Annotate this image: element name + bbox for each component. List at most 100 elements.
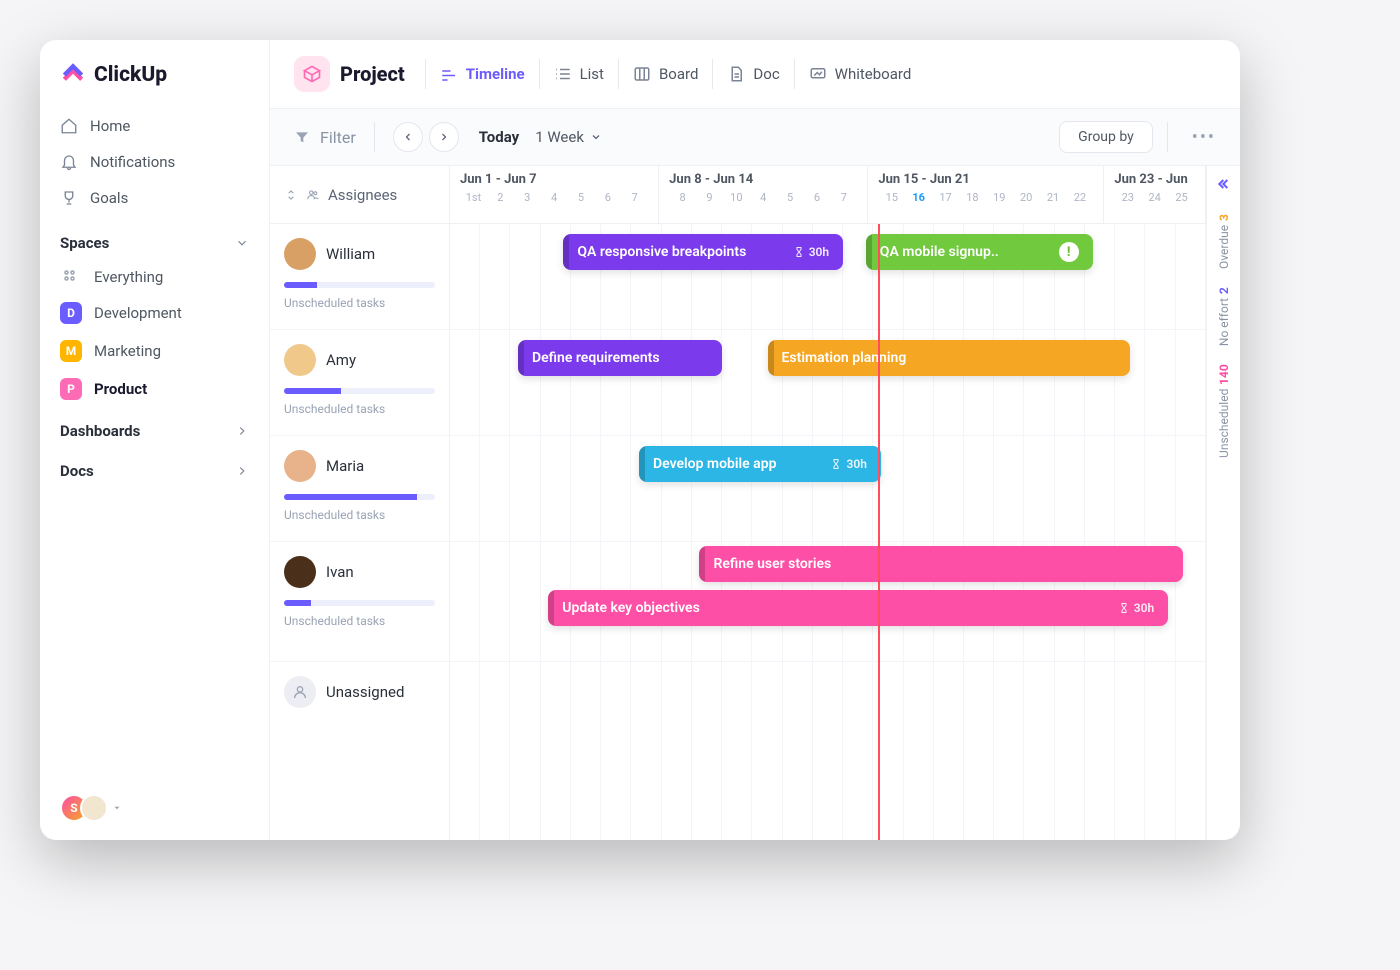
unscheduled-count: 140 [1217,364,1231,385]
assignee-row[interactable]: Ivan Unscheduled tasks [270,542,449,662]
day-cell: 1st [460,191,487,204]
assignee-name: William [326,245,375,263]
chevron-down-icon [235,236,249,250]
day-cell: 6 [804,191,831,204]
workload-bar [284,600,435,606]
docs-header[interactable]: Docs [40,448,269,488]
sidebar-footer: S [40,776,269,840]
nav-home-label: Home [90,117,130,135]
unscheduled-link[interactable]: Unscheduled tasks [284,508,435,522]
task-bar[interactable]: Develop mobile app30h [639,446,881,482]
day-cell: 15 [878,191,905,204]
assignee-name: Ivan [326,563,354,581]
week-group: Jun 15 - Jun 211516171819202122 [868,166,1104,223]
day-cell: 4 [541,191,568,204]
assignee-row[interactable]: William Unscheduled tasks [270,224,449,330]
task-bar[interactable]: Update key objectives30h [548,590,1168,626]
workload-bar [284,282,435,288]
space-label: Product [94,380,147,398]
chevron-right-icon [438,131,450,143]
groupby-button[interactable]: Group by [1059,121,1153,153]
rail-stat-noeffort[interactable]: No effort 2 [1217,287,1231,346]
spaces-list: DDevelopmentMMarketingPProduct [40,294,269,408]
chevron-right-icon [235,464,249,478]
docs-label: Docs [60,462,94,480]
doc-icon [727,65,745,83]
task-bar[interactable]: QA mobile signup..! [866,234,1093,270]
day-cell: 18 [959,191,986,204]
task-bar[interactable]: Estimation planning [768,340,1131,376]
unscheduled-link[interactable]: Unscheduled tasks [284,296,435,310]
task-bar[interactable]: Refine user stories [699,546,1183,582]
timeline-lane: Refine user stories Update key objectives… [450,542,1206,662]
view-tab-list[interactable]: List [539,59,618,89]
nav-home[interactable]: Home [48,108,261,144]
workload-bar [284,388,435,394]
unscheduled-link[interactable]: Unscheduled tasks [284,402,435,416]
view-tab-whiteboard[interactable]: Whiteboard [794,59,926,89]
user-avatar-2[interactable] [80,794,108,822]
view-tab-doc[interactable]: Doc [712,59,793,89]
timeline-grid[interactable]: Jun 1 - Jun 71st234567Jun 8 - Jun 148910… [450,166,1206,840]
caret-down-icon[interactable] [112,803,122,813]
task-bar[interactable]: Define requirements [518,340,722,376]
avatar [284,450,316,482]
nav-notifications[interactable]: Notifications [48,144,261,180]
view-tabs-bar: Project TimelineListBoardDocWhiteboard [270,40,1240,109]
task-label: Develop mobile app [653,456,776,472]
assignee-name: Amy [326,351,356,369]
collapse-rail-button[interactable] [1216,176,1232,196]
space-label: Development [94,304,182,322]
prev-button[interactable] [393,122,423,152]
space-icon-chip[interactable] [294,56,330,92]
spaces-header[interactable]: Spaces [40,220,269,260]
dashboards-header[interactable]: Dashboards [40,408,269,448]
hourglass-icon [830,458,842,470]
view-tab-timeline[interactable]: Timeline [425,59,539,89]
task-label: QA responsive breakpoints [577,244,746,260]
assignees-header[interactable]: Assignees [270,166,449,224]
people-icon [306,188,320,202]
assignee-row[interactable]: MariaUnscheduled tasks [270,436,449,542]
assignee-row-unassigned[interactable]: Unassigned [270,662,449,718]
assignee-row[interactable]: Amy Unscheduled tasks [270,330,449,436]
sidebar-space-marketing[interactable]: MMarketing [40,332,269,370]
week-label: Jun 1 - Jun 7 [460,172,648,187]
day-cell: 23 [1114,191,1141,204]
nav-goals[interactable]: Goals [48,180,261,216]
rail-stat-overdue[interactable]: Overdue 3 [1217,214,1231,269]
day-cell: 22 [1066,191,1093,204]
week-label: Jun 8 - Jun 14 [669,172,857,187]
more-button[interactable]: ••• [1192,127,1216,148]
task-label: Update key objectives [562,600,700,616]
chevron-down-icon [590,131,602,143]
date-header: Jun 1 - Jun 71st234567Jun 8 - Jun 148910… [450,166,1206,224]
timeline-lane: Develop mobile app30h [450,436,1206,542]
view-tab-board[interactable]: Board [618,59,712,89]
day-cell: 9 [696,191,723,204]
sidebar-space-product[interactable]: PProduct [40,370,269,408]
sidebar-item-everything[interactable]: Everything [40,260,269,294]
day-cell: 5 [777,191,804,204]
bell-icon [60,153,78,171]
rail-stat-unscheduled[interactable]: Unscheduled 140 [1217,364,1231,458]
range-select[interactable]: 1 Week [535,128,602,146]
clickup-logo-icon [60,62,86,88]
sidebar-space-development[interactable]: DDevelopment [40,294,269,332]
today-button[interactable]: Today [479,128,519,146]
assignee-column: Assignees William Unscheduled tasks Amy Uns… [270,166,450,840]
space-label: Marketing [94,342,161,360]
home-icon [60,117,78,135]
noeffort-label: No effort [1217,298,1231,346]
unscheduled-link[interactable]: Unscheduled tasks [284,614,435,628]
filter-label: Filter [320,128,356,147]
everything-icon [60,268,82,286]
unscheduled-label: Unscheduled [1217,389,1231,458]
hourglass-icon [793,246,805,258]
whiteboard-icon [809,65,827,83]
task-bar[interactable]: QA responsive breakpoints30h [563,234,843,270]
app-logo[interactable]: ClickUp [40,40,269,104]
filter-button[interactable]: Filter [294,128,356,147]
everything-label: Everything [94,268,163,286]
next-button[interactable] [429,122,459,152]
